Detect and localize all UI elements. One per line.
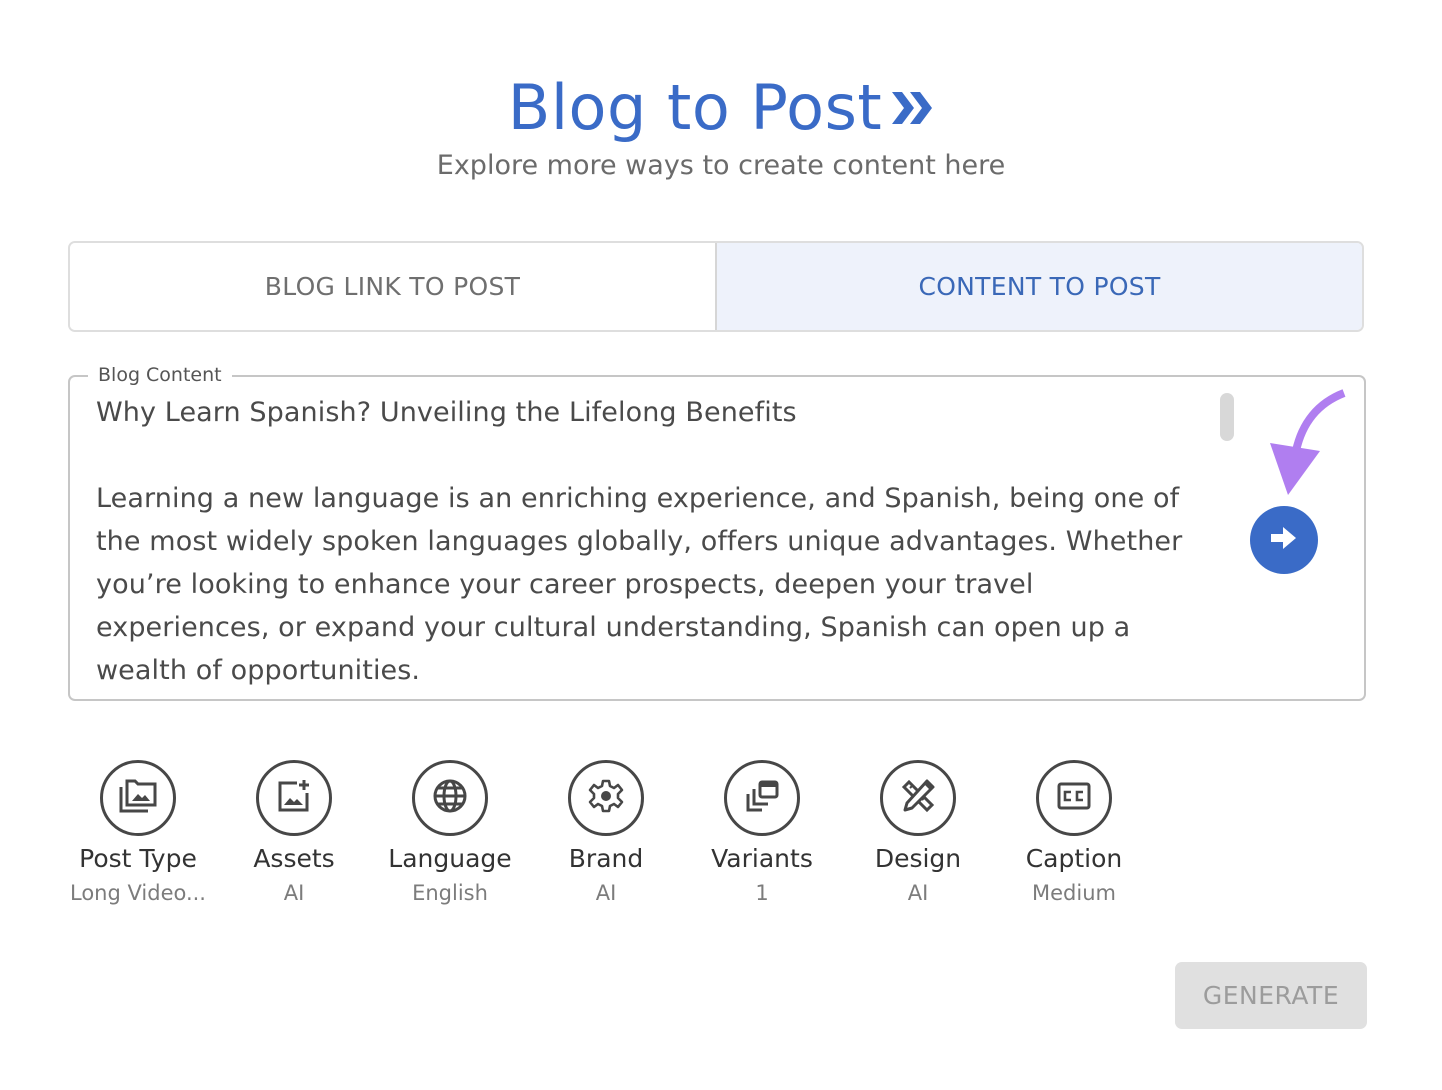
blog-content-textarea[interactable]: Why Learn Spanish? Unveiling the Lifelon… (96, 391, 1196, 691)
option-assets[interactable]: Assets AI (216, 760, 372, 908)
folder-images-icon (118, 778, 158, 818)
page-subtitle: Explore more ways to create content here (436, 150, 1006, 181)
mode-tabs: BLOG LINK TO POST CONTENT TO POST (68, 241, 1364, 332)
option-value: 1 (755, 881, 769, 905)
tab-content-to-post[interactable]: CONTENT TO POST (717, 243, 1362, 330)
option-value: English (412, 881, 488, 905)
option-post-type[interactable]: Post Type Long Video... (60, 760, 216, 908)
option-label: Variants (711, 844, 813, 873)
blog-content-field[interactable]: Blog Content Why Learn Spanish? Unveilin… (68, 361, 1366, 701)
pencil-ruler-icon (900, 778, 936, 818)
curved-arrow-down-icon (1260, 385, 1360, 504)
option-value: AI (595, 881, 617, 905)
textarea-scrollbar[interactable] (1220, 393, 1234, 441)
option-value: Medium (1032, 881, 1116, 905)
add-image-icon (276, 778, 312, 818)
option-label: Language (388, 844, 512, 873)
option-brand[interactable]: Brand AI (528, 760, 684, 908)
globe-icon (432, 778, 468, 818)
option-value: Long Video... (70, 881, 206, 905)
generate-button[interactable]: GENERATE (1175, 962, 1367, 1029)
tab-blog-link-to-post[interactable]: BLOG LINK TO POST (70, 243, 717, 330)
option-language[interactable]: Language English (372, 760, 528, 908)
option-value: AI (283, 881, 305, 905)
double-chevron-right-icon (890, 69, 934, 145)
submit-content-button[interactable] (1250, 506, 1318, 574)
page-title-text: Blog to Post (507, 71, 883, 144)
arrow-right-icon (1269, 525, 1299, 555)
closed-caption-icon (1056, 780, 1092, 816)
option-design[interactable]: Design AI (840, 760, 996, 908)
option-label: Caption (1025, 844, 1123, 873)
page-title: Blog to Post (0, 70, 1442, 146)
gear-icon (588, 778, 624, 818)
option-caption[interactable]: Caption Medium (996, 760, 1152, 908)
option-label: Post Type (79, 844, 197, 873)
option-value: AI (907, 881, 929, 905)
option-label: Brand (568, 844, 644, 873)
option-label: Design (874, 844, 962, 873)
blog-content-label: Blog Content (88, 361, 232, 389)
option-label: Assets (253, 844, 335, 873)
option-variants[interactable]: Variants 1 (684, 760, 840, 908)
stacked-windows-icon (744, 778, 780, 818)
